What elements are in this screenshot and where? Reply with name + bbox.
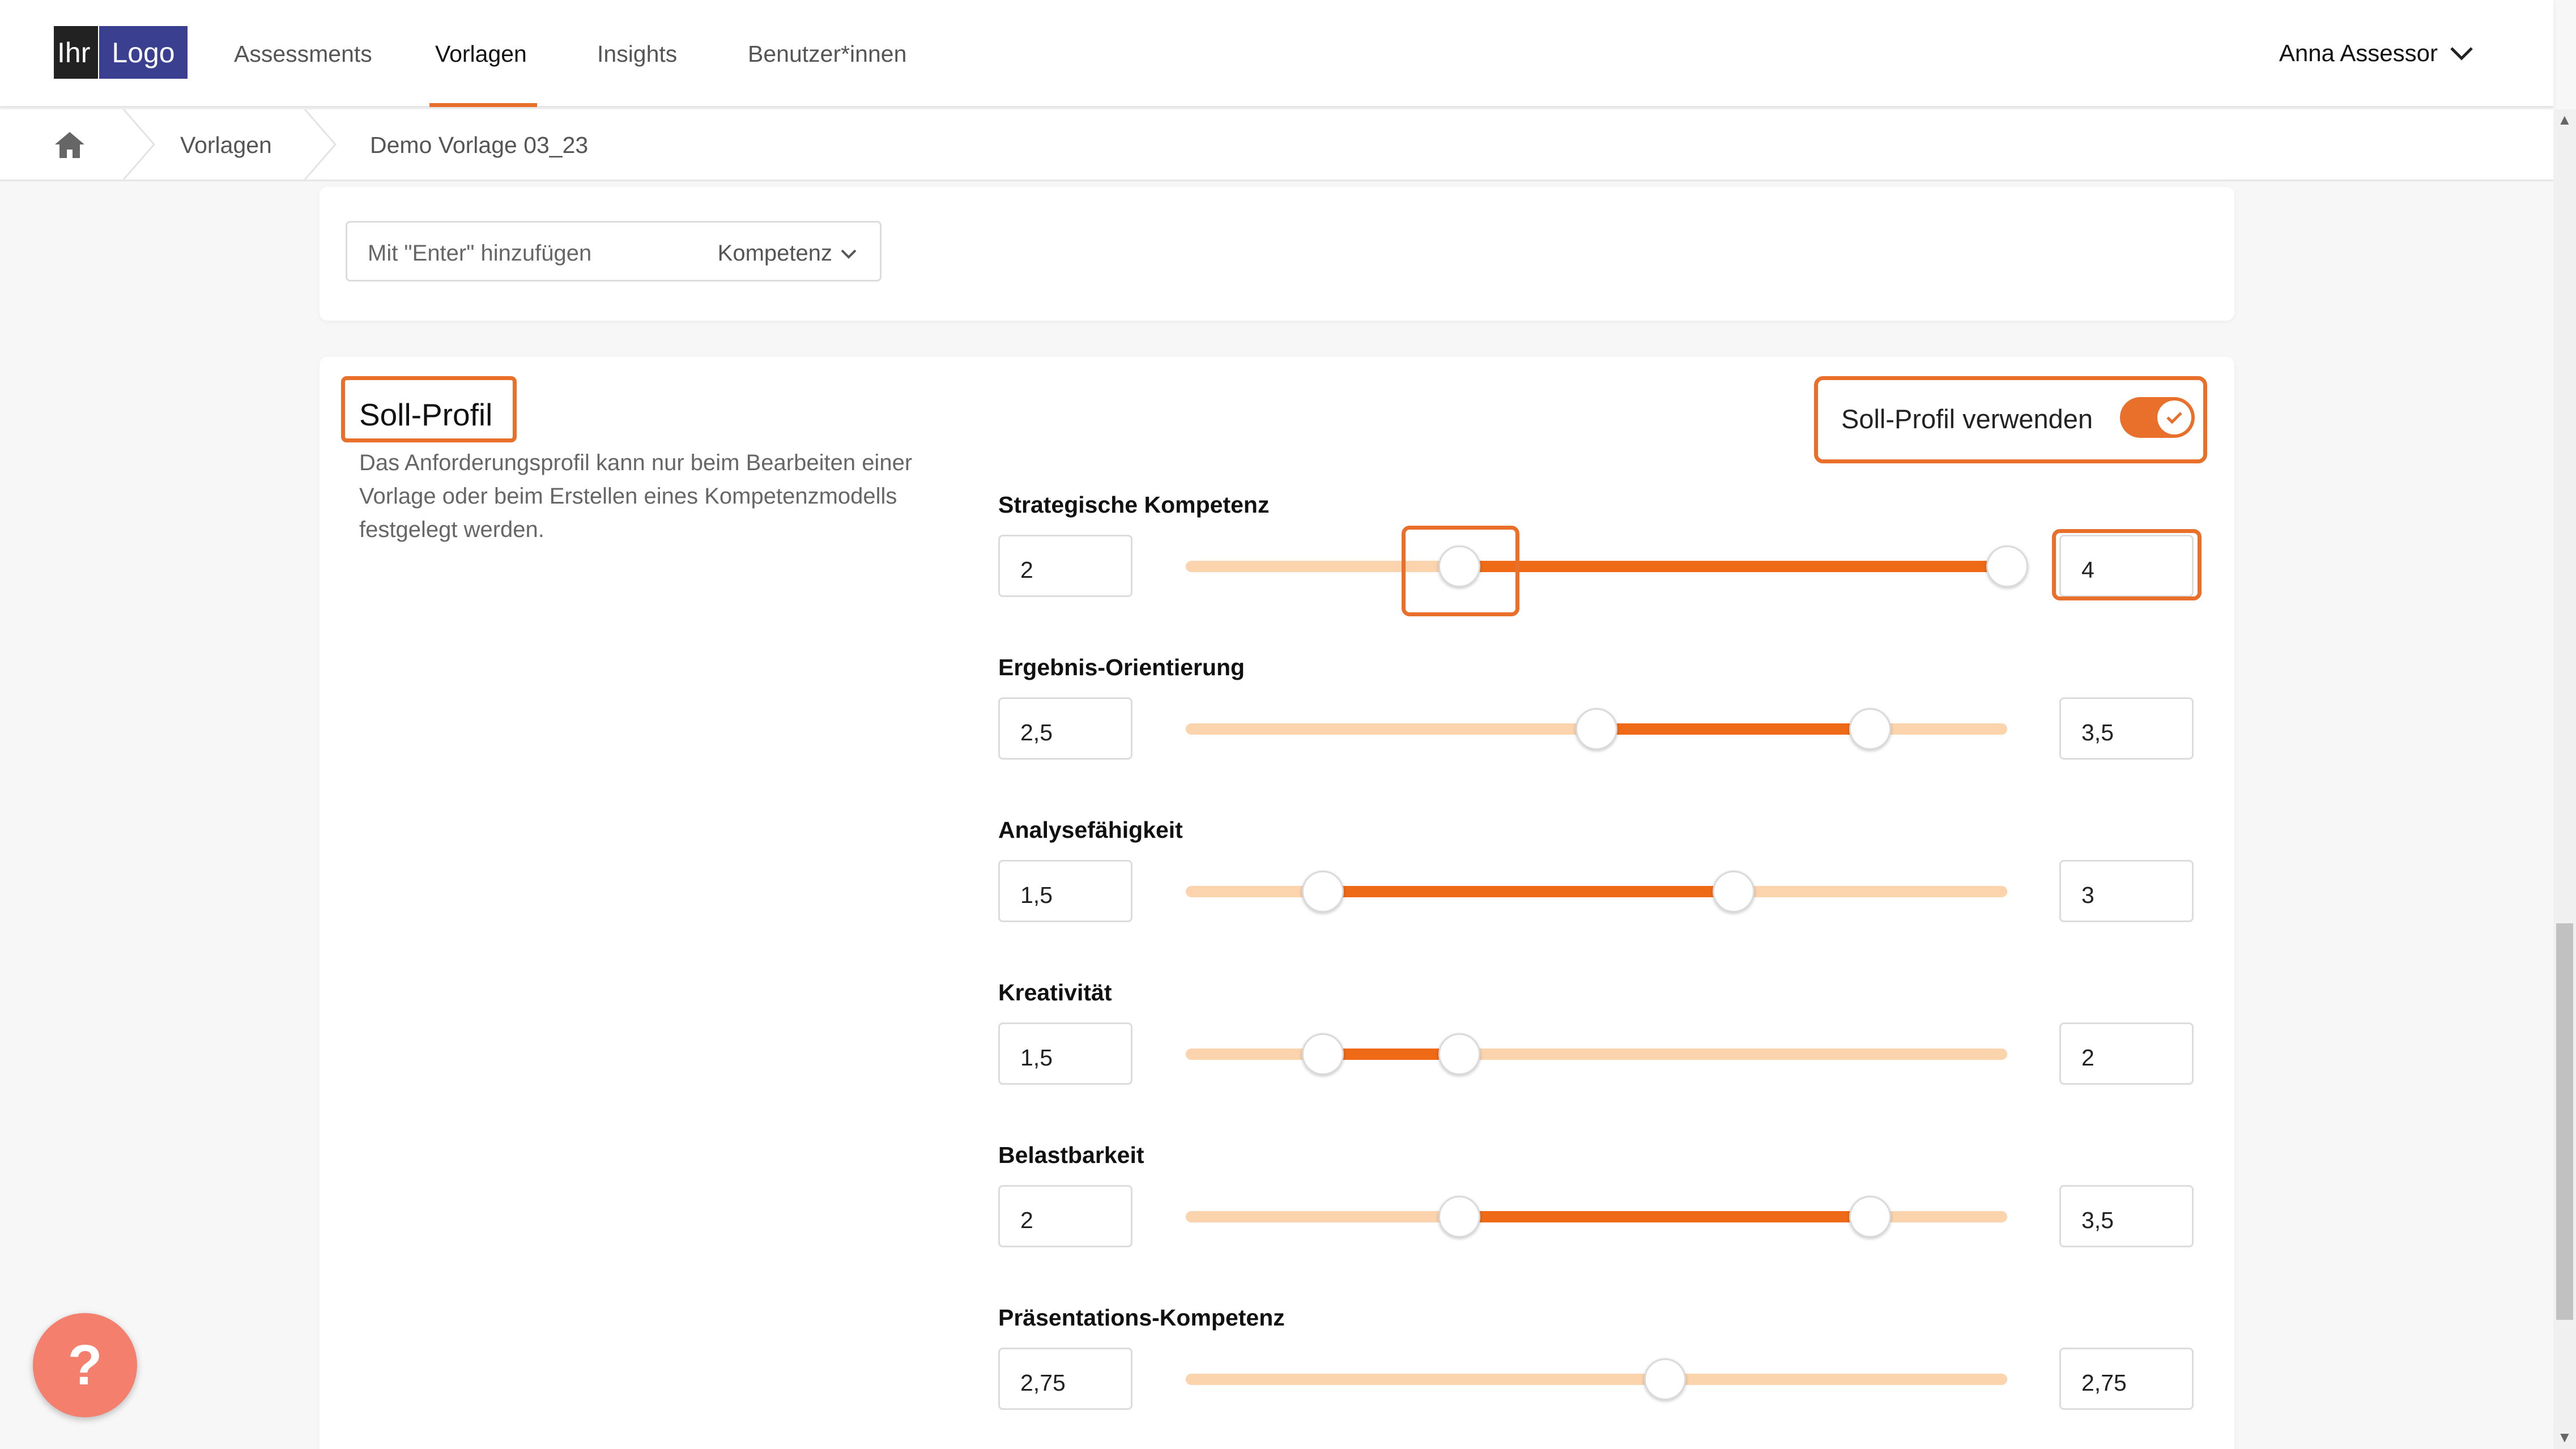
max-value-input[interactable]: 3,5 bbox=[2059, 697, 2194, 760]
range-slider-fill bbox=[1322, 886, 1734, 897]
scrollbar-thumb[interactable] bbox=[2556, 923, 2573, 1320]
section-title: Soll-Profil bbox=[359, 397, 493, 432]
max-slider-handle[interactable] bbox=[1849, 1196, 1892, 1238]
max-value-input[interactable]: 3 bbox=[2059, 860, 2194, 922]
max-value-highlight bbox=[2052, 529, 2202, 600]
min-value-input[interactable]: 2,5 bbox=[998, 697, 1132, 760]
toggle-knob bbox=[2157, 400, 2191, 434]
add-field-placeholder: Mit "Enter" hinzufügen bbox=[368, 241, 592, 266]
min-value-input[interactable]: 2 bbox=[998, 1185, 1132, 1247]
max-slider-handle[interactable] bbox=[1849, 708, 1892, 750]
soll-profil-toggle[interactable] bbox=[2120, 397, 2195, 438]
min-value-input[interactable]: 2,75 bbox=[998, 1348, 1132, 1410]
logo-text-left: Ihr bbox=[54, 26, 100, 79]
competency-label: Ergebnis-Orientierung bbox=[998, 654, 1245, 680]
competency-label: Kreativität bbox=[998, 979, 1112, 1005]
nav-assessments[interactable]: Assessments bbox=[234, 41, 372, 67]
add-competency-field[interactable]: Mit "Enter" hinzufügen Kompetenz bbox=[346, 221, 882, 282]
competency-label: Präsentations-Kompetenz bbox=[998, 1305, 1285, 1331]
competency-label: Analysefähigkeit bbox=[998, 817, 1183, 843]
breadcrumb-vorlagen[interactable]: Vorlagen bbox=[180, 132, 272, 159]
toggle-label: Soll-Profil verwenden bbox=[1841, 404, 2093, 434]
help-button[interactable]: ? bbox=[33, 1313, 137, 1417]
range-slider-fill bbox=[1596, 723, 1871, 735]
chevron-down-icon bbox=[841, 249, 857, 259]
min-slider-handle[interactable] bbox=[1301, 1033, 1344, 1075]
user-name: Anna Assessor bbox=[2279, 40, 2438, 66]
min-value-input[interactable]: 1,5 bbox=[998, 1022, 1132, 1085]
section-description: Das Anforderungsprofil kann nur beim Bea… bbox=[359, 450, 913, 542]
breadcrumb-separator bbox=[304, 109, 337, 180]
competency-label: Belastbarkeit bbox=[998, 1142, 1144, 1168]
nav-insights[interactable]: Insights bbox=[597, 41, 677, 67]
breadcrumb-current: Demo Vorlage 03_23 bbox=[370, 132, 589, 158]
max-slider-handle[interactable] bbox=[1986, 545, 2028, 587]
min-value-input[interactable]: 2 bbox=[998, 535, 1132, 597]
max-slider-handle[interactable] bbox=[1712, 871, 1755, 913]
type-dropdown[interactable]: Kompetenz bbox=[718, 241, 857, 266]
max-value-input[interactable]: 2 bbox=[2059, 1022, 2194, 1085]
range-slider-fill bbox=[1459, 561, 2007, 572]
nav-benutzer[interactable]: Benutzer*innen bbox=[748, 41, 906, 67]
chevron-down-icon bbox=[2450, 47, 2473, 61]
nav-vorlagen[interactable]: Vorlagen bbox=[435, 41, 527, 67]
range-slider-fill bbox=[1459, 1211, 1871, 1222]
max-slider-handle[interactable] bbox=[1438, 1033, 1481, 1075]
scroll-down-arrow[interactable]: ▼ bbox=[2557, 1429, 2572, 1446]
min-slider-handle[interactable] bbox=[1438, 1196, 1481, 1238]
user-menu[interactable]: Anna Assessor bbox=[2279, 40, 2474, 67]
top-navigation: Ihr Logo Assessments Vorlagen Insights B… bbox=[0, 0, 2553, 108]
type-dropdown-label: Kompetenz bbox=[717, 241, 832, 266]
breadcrumb: Vorlagen Demo Vorlage 03_23 bbox=[0, 109, 2553, 181]
max-value-input[interactable]: 2,75 bbox=[2059, 1348, 2194, 1410]
range-slider-track[interactable] bbox=[1186, 1374, 2007, 1385]
min-slider-handle[interactable] bbox=[1301, 871, 1344, 913]
min-knob-highlight bbox=[1402, 526, 1519, 616]
breadcrumb-separator bbox=[122, 109, 155, 180]
min-value-input[interactable]: 1,5 bbox=[998, 860, 1132, 922]
check-icon bbox=[2166, 412, 2182, 424]
competency-label: Strategische Kompetenz bbox=[998, 492, 1270, 518]
scroll-up-arrow[interactable]: ▲ bbox=[2557, 111, 2572, 129]
max-value-input[interactable]: 3,5 bbox=[2059, 1185, 2194, 1247]
brand-logo[interactable]: Ihr Logo bbox=[54, 26, 188, 79]
min-slider-handle[interactable] bbox=[1643, 1358, 1686, 1400]
active-tab-indicator bbox=[429, 103, 537, 107]
logo-text-right: Logo bbox=[112, 36, 175, 69]
min-slider-handle[interactable] bbox=[1576, 708, 1617, 750]
home-icon[interactable] bbox=[54, 131, 86, 159]
